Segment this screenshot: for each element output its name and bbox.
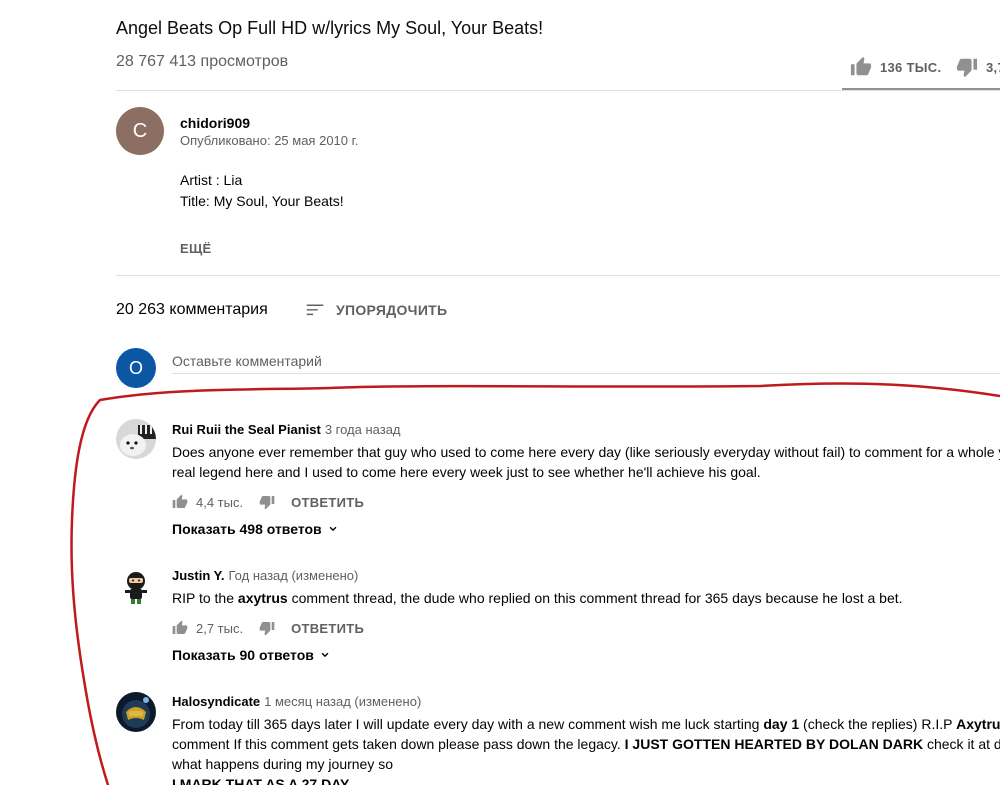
comment-input[interactable] (172, 348, 1000, 374)
chevron-down-icon (329, 526, 337, 532)
show-replies-button[interactable]: Показать 498 ответов (172, 521, 340, 537)
reply-button[interactable]: ОТВЕТИТЬ (291, 495, 364, 510)
thumbs-down-icon (956, 58, 978, 78)
comment-author[interactable]: Justin Y. (172, 568, 225, 583)
comment-time[interactable]: Год назад (изменено) (229, 568, 359, 583)
comment-like-count: 2,7 тыс. (196, 620, 244, 636)
sort-button[interactable]: УПОРЯДОЧИТЬ (304, 299, 447, 321)
comment-text: I MARK THAT AS A 27 DAY (172, 776, 350, 785)
halo-avatar-icon[interactable] (116, 692, 156, 732)
comment-actions: 4,4 тыс. ОТВЕТИТЬ (172, 494, 364, 510)
comment-text: Does anyone ever remember that guy who u… (172, 444, 1000, 460)
channel-name[interactable]: chidori909 (180, 115, 250, 131)
chevron-down-icon (321, 652, 329, 658)
channel-avatar[interactable]: C (116, 107, 164, 155)
replies-label: Показать 498 ответов (172, 521, 322, 537)
dislike-count: 3,7 (986, 59, 1000, 75)
dislike-button[interactable]: 3,7 (956, 56, 1000, 78)
thumbs-down-icon[interactable] (259, 494, 275, 510)
seal-avatar-icon[interactable] (116, 419, 156, 459)
comment-actions: 2,7 тыс. ОТВЕТИТЬ (172, 620, 364, 636)
divider (116, 90, 1000, 91)
publish-date: Опубликовано: 25 мая 2010 г. (180, 133, 359, 148)
comment-text: From today till 365 days later I will up… (172, 716, 1000, 732)
comment-header: Justin Y. Год назад (изменено) (172, 568, 358, 583)
comment-text: comment If this comment gets taken down … (172, 736, 1000, 752)
comment-header: Halosyndicate 1 месяц назад (изменено) (172, 694, 421, 709)
comment-like-count: 4,4 тыс. (196, 494, 244, 510)
sort-label: УПОРЯДОЧИТЬ (336, 302, 448, 318)
comment-text: RIP to the axytrus comment thread, the d… (172, 590, 903, 606)
comment-header: Rui Ruii the Seal Pianist 3 года назад (172, 422, 401, 437)
thumbs-down-icon[interactable] (259, 620, 275, 636)
divider (116, 275, 1000, 276)
show-more-button[interactable]: ЕЩЁ (180, 241, 212, 256)
comment-time[interactable]: 3 года назад (325, 422, 401, 437)
view-count: 28 767 413 просмотров (116, 53, 289, 70)
comment-author[interactable]: Rui Ruii the Seal Pianist (172, 422, 321, 437)
like-count: 136 ТЫС. (880, 59, 942, 75)
thumbs-up-icon[interactable] (172, 494, 188, 510)
like-button[interactable]: 136 ТЫС. (850, 56, 941, 78)
like-dislike-bar: 136 ТЫС. 3,7 (842, 50, 1000, 90)
user-avatar[interactable]: O (116, 348, 156, 388)
ninja-avatar-icon[interactable] (116, 567, 156, 607)
comment-author[interactable]: Halosyndicate (172, 694, 260, 709)
description-line: Title: My Soul, Your Beats! (180, 193, 344, 209)
comment-time[interactable]: 1 месяц назад (изменено) (264, 694, 421, 709)
comment-text: what happens during my journey so (172, 756, 394, 772)
show-replies-button[interactable]: Показать 90 ответов (172, 647, 332, 663)
reply-button[interactable]: ОТВЕТИТЬ (291, 621, 364, 636)
comment-text: real legend here and I used to come here… (172, 464, 761, 480)
thumbs-up-icon[interactable] (172, 620, 188, 636)
comments-count: 20 263 комментария (116, 301, 268, 318)
thumbs-up-icon (850, 56, 872, 76)
sort-icon (306, 304, 324, 316)
description-line: Artist : Lia (180, 172, 243, 188)
video-title: Angel Beats Op Full HD w/lyrics My Soul,… (116, 18, 544, 38)
replies-label: Показать 90 ответов (172, 647, 314, 663)
